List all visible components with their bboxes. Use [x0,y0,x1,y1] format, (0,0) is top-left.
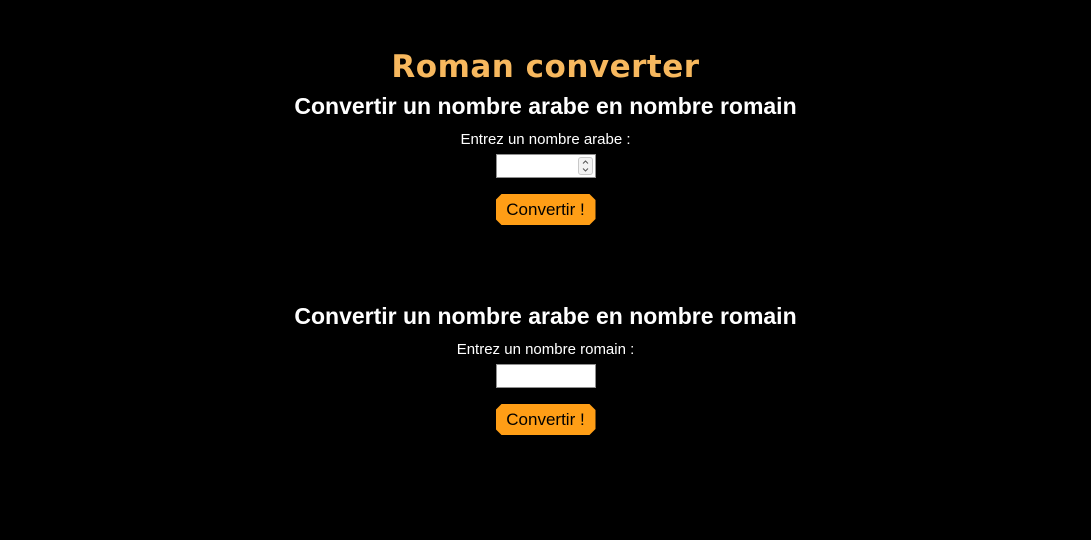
roman-number-input-wrapper [495,364,596,388]
convert-arabic-button[interactable]: Convertir ! [495,194,596,225]
spinner-down-icon[interactable] [579,166,592,174]
roman-number-label: Entrez un nombre romain : [456,341,635,358]
roman-to-arabic-section: Convertir un nombre arabe en nombre roma… [0,302,1091,435]
convert-roman-button[interactable]: Convertir ! [495,404,596,435]
roman-number-input[interactable] [495,364,596,388]
arabic-to-roman-section: Convertir un nombre arabe en nombre roma… [0,92,1091,225]
page-title: Roman converter [391,48,700,85]
arabic-number-label: Entrez un nombre arabe : [460,131,631,148]
section-heading: Convertir un nombre arabe en nombre roma… [294,303,797,329]
section-heading: Convertir un nombre arabe en nombre roma… [294,93,797,119]
number-spinner-icon[interactable] [577,157,593,175]
arabic-number-input-wrapper [495,154,596,178]
spinner-up-icon[interactable] [579,158,592,166]
